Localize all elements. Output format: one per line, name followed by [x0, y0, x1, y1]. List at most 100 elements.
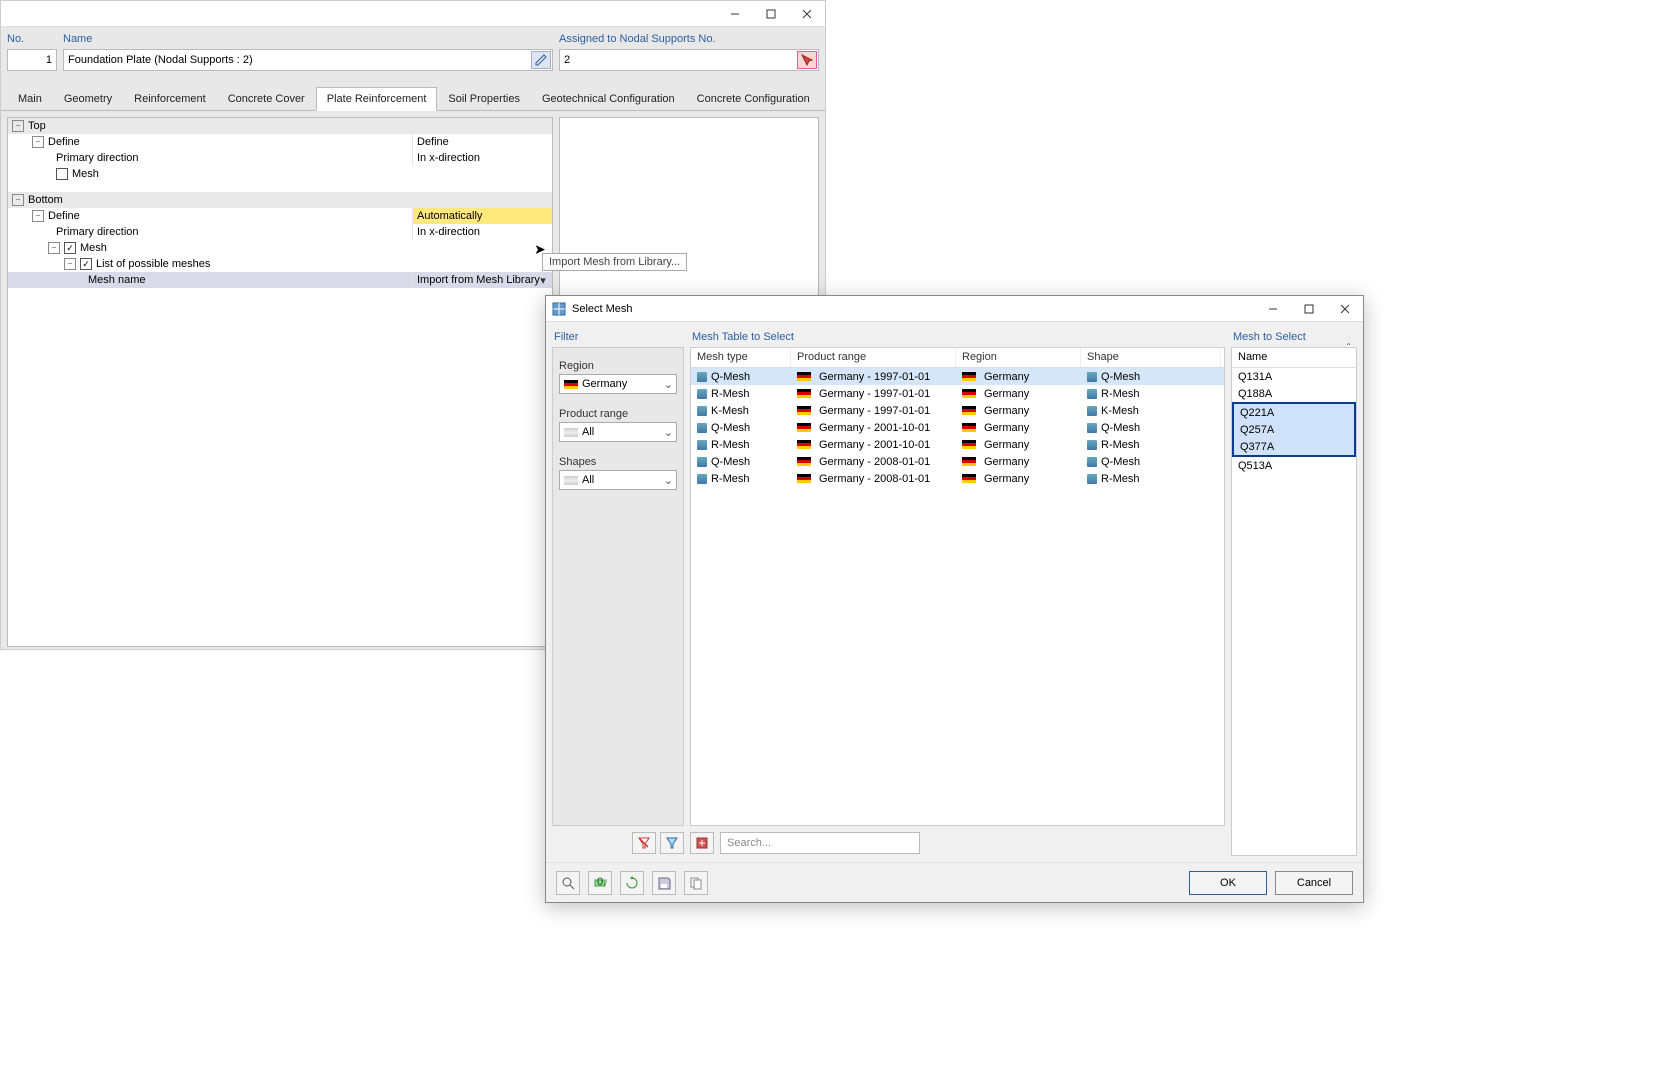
cancel-button[interactable]: Cancel: [1275, 871, 1353, 895]
tree-row-define-bottom[interactable]: − Define Automatically: [8, 208, 552, 224]
tree-row-mesh-top[interactable]: Mesh: [8, 166, 552, 182]
maximize-button[interactable]: [753, 1, 789, 27]
table-row[interactable]: R-MeshGermany - 2001-10-01GermanyR-Mesh: [691, 436, 1224, 453]
tree-value[interactable]: Automatically: [412, 208, 552, 224]
table-row[interactable]: R-MeshGermany - 1997-01-01GermanyR-Mesh: [691, 385, 1224, 402]
col-name[interactable]: Name⌃: [1232, 348, 1356, 368]
shapes-label: Shapes: [559, 456, 677, 468]
dialog-close-button[interactable]: [1327, 296, 1363, 322]
tab-soil-properties[interactable]: Soil Properties: [437, 87, 531, 110]
list-item[interactable]: Q221A: [1234, 404, 1354, 421]
collapse-icon[interactable]: −: [32, 136, 44, 148]
filter-panel: Filter Region Germany ⌄ Product range Al…: [552, 328, 684, 856]
table-row[interactable]: Q-MeshGermany - 2001-10-01GermanyQ-Mesh: [691, 419, 1224, 436]
product-range-combo[interactable]: All ⌄: [559, 422, 677, 442]
list-item[interactable]: Q513A: [1232, 457, 1356, 474]
list-item[interactable]: Q188A: [1232, 385, 1356, 402]
minimize-button[interactable]: [717, 1, 753, 27]
search-input[interactable]: Search...: [720, 832, 920, 854]
name-field[interactable]: Foundation Plate (Nodal Supports : 2): [63, 49, 553, 71]
search-tool-button[interactable]: [556, 871, 580, 895]
section-label: Top: [28, 120, 46, 132]
collapse-icon[interactable]: −: [32, 210, 44, 222]
tree-label: Define: [48, 136, 80, 148]
combo-value: All: [582, 474, 594, 486]
ok-button[interactable]: OK: [1189, 871, 1267, 895]
shapes-combo[interactable]: All ⌄: [559, 470, 677, 490]
tree-value[interactable]: Define: [412, 134, 552, 150]
tree-row-primary-bottom[interactable]: Primary direction In x-direction: [8, 224, 552, 240]
dialog-minimize-button[interactable]: [1255, 296, 1291, 322]
tree-row-primary-top[interactable]: Primary direction In x-direction: [8, 150, 552, 166]
chevron-down-icon[interactable]: ▾: [536, 273, 550, 287]
table-row[interactable]: Q-MeshGermany - 1997-01-01GermanyQ-Mesh: [691, 368, 1224, 385]
tree-value[interactable]: In x-direction: [412, 224, 552, 240]
tree-value[interactable]: In x-direction: [412, 150, 552, 166]
tab-bar: MainGeometryReinforcementConcrete CoverP…: [1, 87, 825, 111]
pick-node-button[interactable]: [797, 51, 817, 69]
copy-tool-button[interactable]: [684, 871, 708, 895]
tab-geometry[interactable]: Geometry: [53, 87, 123, 110]
chevron-down-icon: ⌄: [664, 474, 673, 487]
edit-name-button[interactable]: [531, 51, 551, 69]
tree-row-list-meshes[interactable]: − ✓ List of possible meshes: [8, 256, 552, 272]
tab-reinforcement[interactable]: Reinforcement: [123, 87, 217, 110]
checkbox-unchecked[interactable]: [56, 168, 68, 180]
mesh-icon: [1087, 457, 1097, 467]
mesh-icon: [1087, 423, 1097, 433]
tab-geotechnical-configuration[interactable]: Geotechnical Configuration: [531, 87, 686, 110]
mesh-icon: [697, 372, 707, 382]
assign-field[interactable]: 2: [559, 49, 819, 71]
svg-text:0.0: 0.0: [597, 876, 607, 888]
mesh-icon: [697, 423, 707, 433]
list-item[interactable]: Q131A: [1232, 368, 1356, 385]
close-button[interactable]: [789, 1, 825, 27]
col-mesh-type[interactable]: Mesh type: [691, 348, 791, 367]
checkbox-checked[interactable]: ✓: [80, 258, 92, 270]
collapse-icon[interactable]: −: [12, 120, 24, 132]
region-combo[interactable]: Germany ⌄: [559, 374, 677, 394]
tree-row-mesh-bottom[interactable]: − ✓ Mesh: [8, 240, 552, 256]
tree-row-mesh-name[interactable]: Mesh name Import from Mesh Library ▾: [8, 272, 552, 288]
no-field[interactable]: 1: [7, 49, 57, 71]
save-tool-button[interactable]: [652, 871, 676, 895]
col-region[interactable]: Region: [956, 348, 1081, 367]
flag-germany-icon: [962, 423, 976, 432]
tree-value-dropdown[interactable]: Import from Mesh Library ▾: [412, 272, 552, 288]
mesh-table: Mesh type Product range⌃ Region Shape Q-…: [690, 347, 1225, 826]
col-shape[interactable]: Shape: [1081, 348, 1221, 367]
tree-row-define-top[interactable]: − Define Define: [8, 134, 552, 150]
tree-section-top[interactable]: − Top: [8, 118, 552, 134]
tab-concrete-configuration[interactable]: Concrete Configuration: [686, 87, 821, 110]
tab-plate-reinforcement[interactable]: Plate Reinforcement: [316, 87, 438, 111]
flag-germany-icon: [797, 423, 811, 432]
select-mesh-dialog: Select Mesh Filter Region Germany ⌄ Prod…: [545, 295, 1364, 903]
tab-main[interactable]: Main: [7, 87, 53, 110]
unit-tool-button[interactable]: 0.0: [588, 871, 612, 895]
no-label: No.: [7, 31, 57, 49]
list-item[interactable]: Q257A: [1234, 421, 1354, 438]
col-product-range[interactable]: Product range⌃: [791, 348, 956, 367]
clear-filter-button[interactable]: [632, 832, 656, 854]
dialog-maximize-button[interactable]: [1291, 296, 1327, 322]
table-row[interactable]: R-MeshGermany - 2008-01-01GermanyR-Mesh: [691, 470, 1224, 487]
combo-value: All: [582, 426, 594, 438]
collapse-icon[interactable]: −: [12, 194, 24, 206]
table-row[interactable]: K-MeshGermany - 1997-01-01GermanyK-Mesh: [691, 402, 1224, 419]
apply-filter-button[interactable]: [660, 832, 684, 854]
mesh-select-panel: Mesh to Select Name⌃ Q131AQ188AQ221AQ257…: [1231, 328, 1357, 856]
checkbox-checked[interactable]: ✓: [64, 242, 76, 254]
flag-germany-icon: [962, 457, 976, 466]
tab-concrete-cover[interactable]: Concrete Cover: [217, 87, 316, 110]
flag-germany-icon: [962, 389, 976, 398]
tree-section-bottom[interactable]: − Bottom: [8, 192, 552, 208]
name-value: Foundation Plate (Nodal Supports : 2): [68, 54, 253, 66]
tree-label: Mesh: [80, 242, 107, 254]
table-row[interactable]: Q-MeshGermany - 2008-01-01GermanyQ-Mesh: [691, 453, 1224, 470]
reset-search-button[interactable]: [690, 832, 714, 854]
list-item[interactable]: Q377A: [1234, 438, 1354, 455]
refresh-tool-button[interactable]: [620, 871, 644, 895]
table-header[interactable]: Mesh type Product range⌃ Region Shape: [691, 348, 1224, 368]
collapse-icon[interactable]: −: [48, 242, 60, 254]
collapse-icon[interactable]: −: [64, 258, 76, 270]
